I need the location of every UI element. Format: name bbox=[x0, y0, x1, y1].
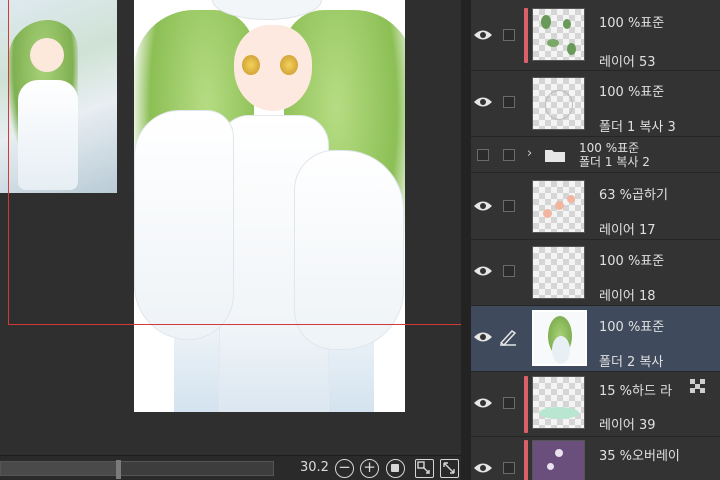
zoom-out-icon: − bbox=[338, 458, 351, 476]
eye-icon[interactable] bbox=[473, 330, 493, 344]
zoom-out-button[interactable]: − bbox=[335, 459, 354, 478]
layer-name: 레이어 53 bbox=[599, 55, 656, 70]
layer-thumbnail bbox=[532, 310, 587, 366]
artwork-eye-right bbox=[280, 55, 298, 75]
layer-row[interactable]: 100 %표준 레이어 18 bbox=[471, 240, 720, 306]
fit-to-window-button[interactable] bbox=[415, 459, 434, 478]
pen-edit-icon bbox=[499, 330, 517, 346]
layer-lock-checkbox[interactable] bbox=[503, 149, 515, 161]
navigator-slider-thumb[interactable] bbox=[115, 460, 121, 479]
zoom-in-icon: + bbox=[363, 458, 376, 476]
layer-row[interactable]: 35 %오버레이 bbox=[471, 437, 720, 480]
stop-button[interactable] bbox=[386, 459, 405, 478]
layer-thumbnail bbox=[532, 376, 585, 429]
layer-row[interactable]: 15 %하드 라 레이어 39 bbox=[471, 372, 720, 437]
artwork-eye-left bbox=[242, 55, 260, 75]
layer-name: 레이어 18 bbox=[599, 289, 656, 304]
eye-icon[interactable] bbox=[473, 264, 493, 278]
layer-panel: 100 %표준 레이어 53 100 %표준 폴더 1 복사 3 › 100 %… bbox=[471, 0, 720, 480]
layer-name: 폴더 2 복사 bbox=[599, 355, 664, 370]
eye-icon[interactable] bbox=[473, 28, 493, 42]
layer-row[interactable]: 100 %표준 폴더 1 복사 3 bbox=[471, 71, 720, 137]
eye-icon[interactable] bbox=[473, 396, 493, 410]
eye-icon[interactable] bbox=[473, 199, 493, 213]
layer-blend-mode: 35 %오버레이 bbox=[599, 449, 680, 464]
layer-color-label bbox=[524, 440, 528, 480]
layer-blend-mode: 15 %하드 라 bbox=[599, 384, 673, 399]
guide-line-horizontal bbox=[8, 324, 461, 325]
zoom-in-button[interactable]: + bbox=[360, 459, 379, 478]
layer-blend-mode: 100 %표준 bbox=[599, 85, 665, 100]
layer-thumbnail bbox=[532, 8, 585, 61]
layer-row[interactable]: 100 %표준 레이어 53 bbox=[471, 0, 720, 71]
fullscreen-icon bbox=[443, 462, 455, 474]
visibility-checkbox[interactable] bbox=[477, 149, 489, 161]
navigator-slider[interactable] bbox=[0, 460, 274, 479]
fullscreen-button[interactable] bbox=[440, 459, 459, 478]
eye-icon[interactable] bbox=[473, 95, 493, 109]
layer-blend-mode: 63 %곱하기 bbox=[599, 188, 668, 203]
artwork-canvas[interactable] bbox=[134, 0, 405, 412]
artwork-sleeve-right bbox=[294, 150, 404, 350]
canvas-status-bar: 30.2 − + bbox=[0, 455, 461, 480]
guide-line-vertical bbox=[8, 0, 9, 325]
layer-lock-checkbox[interactable] bbox=[503, 29, 515, 41]
layer-thumbnail bbox=[532, 246, 585, 299]
layer-color-label bbox=[524, 376, 528, 433]
folder-icon bbox=[545, 150, 565, 162]
layer-color-label bbox=[524, 8, 528, 63]
layer-lock-checkbox[interactable] bbox=[503, 462, 515, 474]
layer-lock-checkbox[interactable] bbox=[503, 265, 515, 277]
layer-blend-mode: 100 %표준 bbox=[599, 16, 665, 31]
paint-app-window: 30.2 − + 100 %표준 레이어 53 100 %표준 폴더 1 복사 … bbox=[0, 0, 720, 480]
zoom-value: 30.2 bbox=[300, 460, 329, 475]
layer-blend-mode: 100 %표준 bbox=[599, 320, 665, 335]
folder-expand-chevron-icon[interactable]: › bbox=[527, 146, 532, 161]
reference-image[interactable] bbox=[0, 0, 117, 193]
fit-to-window-icon bbox=[417, 461, 430, 474]
layer-thumbnail bbox=[532, 440, 585, 480]
layer-lock-checkbox[interactable] bbox=[503, 96, 515, 108]
layer-thumbnail bbox=[532, 77, 585, 130]
folder-name: 폴더 1 복사 2 bbox=[579, 155, 650, 169]
panel-divider[interactable] bbox=[461, 0, 471, 480]
layer-blend-mode: 100 %표준 bbox=[599, 254, 665, 269]
layer-row[interactable]: 63 %곱하기 레이어 17 bbox=[471, 173, 720, 240]
layer-lock-checkbox[interactable] bbox=[503, 200, 515, 212]
ref-face bbox=[30, 38, 64, 72]
layer-row-selected[interactable]: 100 %표준 폴더 2 복사 bbox=[471, 306, 720, 372]
ref-dress bbox=[18, 80, 78, 190]
artwork-sleeve-left bbox=[134, 110, 234, 340]
layer-name: 레이어 39 bbox=[599, 418, 656, 433]
canvas-area[interactable] bbox=[0, 0, 461, 455]
layer-name: 레이어 17 bbox=[599, 223, 656, 238]
navigator-slider-fill bbox=[1, 462, 118, 475]
folder-row[interactable]: › 100 %표준 폴더 1 복사 2 bbox=[471, 137, 720, 173]
layer-thumbnail bbox=[532, 180, 585, 233]
layer-name: 폴더 1 복사 3 bbox=[599, 120, 676, 135]
layer-lock-checkbox[interactable] bbox=[503, 397, 515, 409]
layer-mask-icon bbox=[690, 379, 705, 393]
eye-icon[interactable] bbox=[473, 461, 493, 475]
